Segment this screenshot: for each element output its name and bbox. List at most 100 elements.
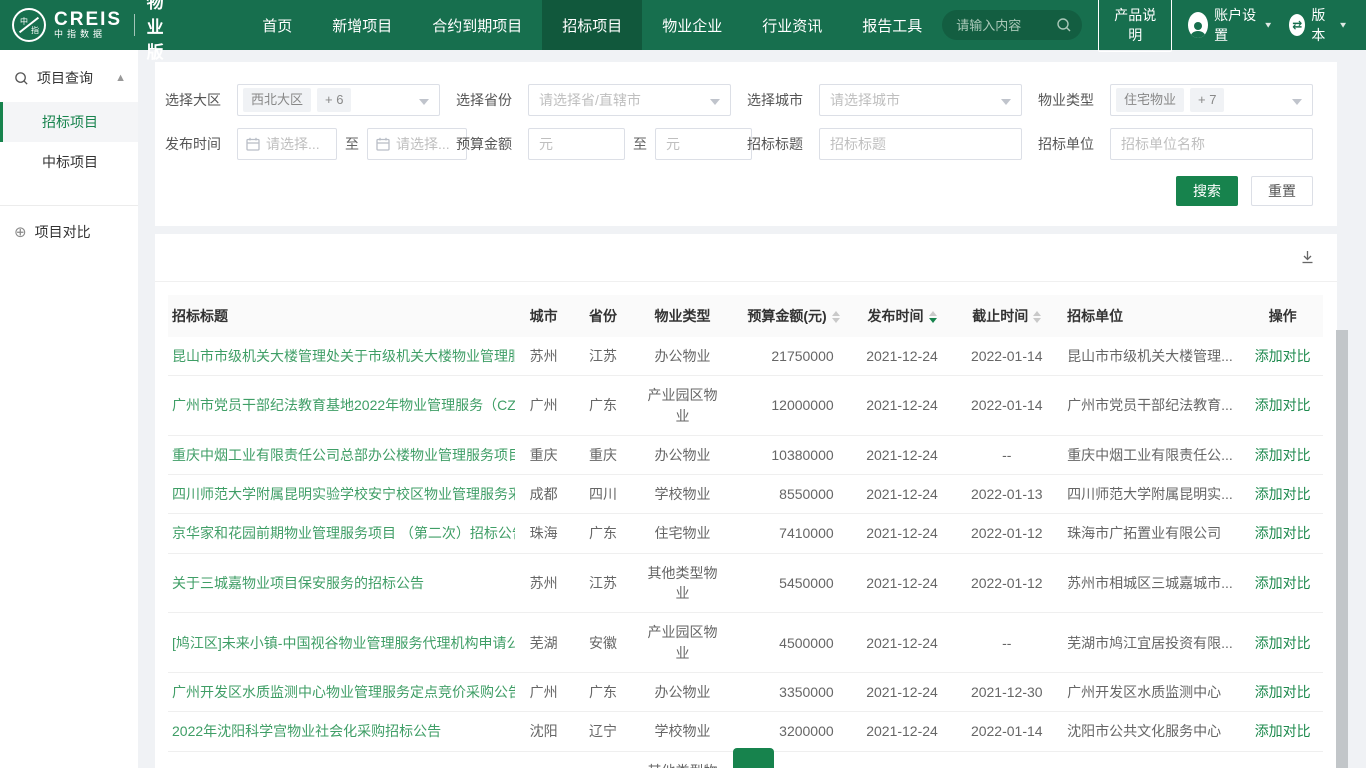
bid-title-link[interactable]: 重庆中烟工业有限责任公司总部办公楼物业管理服务项目... [172, 447, 515, 463]
bid-title-link[interactable]: 广州市党员干部纪法教育基地2022年物业管理服务（CZ... [172, 397, 515, 413]
sidebar-item-project-compare[interactable]: ⊕ 项目对比 [0, 206, 138, 258]
add-compare-link[interactable]: 添加对比 [1255, 635, 1311, 651]
sidebar-group-project-query[interactable]: 项目查询 ▲ [0, 50, 138, 102]
add-compare-link[interactable]: 添加对比 [1255, 447, 1311, 463]
cell-city: 珠海 [515, 514, 571, 553]
sidebar-item-bidding-projects[interactable]: 招标项目 [0, 102, 138, 142]
col-header-property-type: 物业类型 [634, 295, 731, 337]
region-selected-tag: 西北大区 [243, 88, 311, 112]
province-select[interactable]: 请选择省/直辖市 [528, 84, 731, 116]
version-menu[interactable]: ⇄ 版本 ▼ [1289, 5, 1348, 45]
nav-item-bidding-projects[interactable]: 招标项目 [542, 0, 642, 50]
bid-title-link[interactable]: 京华家和花园前期物业管理服务项目 （第二次）招标公告 [172, 525, 515, 541]
bid-title-link[interactable]: 昆山市市级机关大楼管理处关于市级机关大楼物业管理服... [172, 348, 515, 364]
vertical-scrollbar-thumb[interactable] [1336, 330, 1348, 768]
chevron-down-icon: ▼ [1263, 21, 1273, 30]
sort-carets-icon[interactable] [832, 311, 840, 323]
budget-range-to-label: 至 [633, 134, 647, 154]
city-select[interactable]: 请选择城市 [819, 84, 1022, 116]
province-filter-label: 选择省份 [456, 90, 516, 110]
arrow-up-icon [748, 754, 760, 768]
cell-bid-unit: 芜湖市鸠江宜居投资有限... [1059, 613, 1242, 673]
main-nav: 首页 新增项目 合约到期项目 招标项目 物业企业 行业资讯 报告工具 [242, 0, 942, 50]
account-settings-menu[interactable]: 账户设置 ▼ [1188, 5, 1273, 45]
cell-action: 添加对比 [1242, 337, 1323, 376]
sidebar-item-won-projects[interactable]: 中标项目 [0, 142, 138, 182]
brand-subtitle: 中指数据 [54, 30, 122, 39]
cell-property-type: 住宅物业 [634, 514, 731, 553]
bid-title-link[interactable]: 广州开发区水质监测中心物业管理服务定点竞价采购公告 [172, 684, 515, 700]
back-to-top-button[interactable] [733, 748, 774, 768]
cell-publish-date: 2021-12-24 [850, 435, 955, 474]
nav-item-report-tools[interactable]: 报告工具 [842, 0, 942, 50]
add-compare-link[interactable]: 添加对比 [1255, 575, 1311, 591]
cell-budget: 3350000 [731, 672, 850, 711]
nav-item-industry-news[interactable]: 行业资讯 [742, 0, 842, 50]
cell-bid-title: 关于三城嘉物业项目保安服务的招标公告 [168, 553, 515, 613]
cell-bid-unit: 苏州市相城区三城嘉城市... [1059, 553, 1242, 613]
bid-title-link[interactable]: 2022年沈阳科学宫物业社会化采购招标公告 [172, 723, 441, 739]
cell-publish-date: 2021-12-24 [850, 712, 955, 751]
chevron-down-icon: ▼ [1338, 21, 1348, 30]
add-compare-link[interactable]: 添加对比 [1255, 348, 1311, 364]
cell-province: 四川 [572, 475, 634, 514]
bid-title-input[interactable] [819, 128, 1022, 160]
nav-item-new-projects[interactable]: 新增项目 [312, 0, 412, 50]
add-compare-link[interactable]: 添加对比 [1255, 723, 1311, 739]
bid-title-link[interactable]: [鸠江区]未来小镇-中国视谷物业管理服务代理机构申请公... [172, 635, 515, 651]
search-button[interactable]: 搜索 [1176, 176, 1238, 206]
search-icon[interactable] [1056, 17, 1072, 33]
cell-action: 添加对比 [1242, 613, 1323, 673]
nav-item-expiring-contracts[interactable]: 合约到期项目 [412, 0, 542, 50]
cell-property-type: 办公物业 [634, 337, 731, 376]
add-compare-link[interactable]: 添加对比 [1255, 486, 1311, 502]
property-type-select[interactable]: 住宅物业 + 7 [1110, 84, 1313, 116]
region-select[interactable]: 西北大区 + 6 [237, 84, 440, 116]
cell-publish-date: 2021-12-24 [850, 553, 955, 613]
cell-bid-unit: 珠海市广拓置业有限公司 [1059, 514, 1242, 553]
col-header-publish-date-sort[interactable]: 发布时间 [850, 295, 955, 337]
publish-date-end-picker[interactable]: 请选择... [367, 128, 467, 160]
cell-action: 添加对比 [1242, 475, 1323, 514]
add-compare-link[interactable]: 添加对比 [1255, 684, 1311, 700]
cell-budget: 3200000 [731, 712, 850, 751]
download-icon[interactable] [1300, 250, 1315, 265]
sort-carets-icon[interactable] [929, 311, 937, 323]
cell-province: 广东 [572, 514, 634, 553]
brand-logo[interactable]: 中 指 CREIS 中指数据 物业版 [0, 0, 190, 50]
bid-title-link[interactable]: 关于三城嘉物业项目保安服务的招标公告 [172, 575, 424, 591]
nav-item-property-companies[interactable]: 物业企业 [642, 0, 742, 50]
cell-province: 广东 [572, 751, 634, 768]
cell-bid-title: 四川师范大学附属昆明实验学校安宁校区物业管理服务采... [168, 475, 515, 514]
reset-button[interactable]: 重置 [1251, 176, 1313, 206]
product-description-button[interactable]: 产品说明 [1098, 0, 1172, 52]
table-body: 昆山市市级机关大楼管理处关于市级机关大楼物业管理服... 苏州 江苏 办公物业 … [168, 337, 1323, 768]
budget-max-input[interactable] [655, 128, 752, 160]
cell-publish-date: 2021-12-24 [850, 613, 955, 673]
cell-city: 苏州 [515, 553, 571, 613]
caret-down-icon [419, 99, 429, 105]
table-header-row: 招标标题 城市 省份 物业类型 预算金额(元) 发布时间 截止时间 招标单位 操… [168, 295, 1323, 337]
sort-carets-icon[interactable] [1033, 311, 1041, 323]
col-header-budget-sort[interactable]: 预算金额(元) [731, 295, 850, 337]
cell-action: 添加对比 [1242, 435, 1323, 474]
cell-bid-title: 昆山市市级机关大楼管理处关于市级机关大楼物业管理服... [168, 337, 515, 376]
publish-date-start-picker[interactable]: 请选择... [237, 128, 337, 160]
add-compare-link[interactable]: 添加对比 [1255, 397, 1311, 413]
bid-title-link[interactable]: 四川师范大学附属昆明实验学校安宁校区物业管理服务采... [172, 486, 515, 502]
account-settings-label: 账户设置 [1214, 5, 1257, 45]
cell-city: 广州 [515, 751, 571, 768]
bid-unit-input[interactable] [1110, 128, 1313, 160]
city-placeholder: 请选择城市 [825, 90, 900, 110]
table-row: 2022年沈阳科学宫物业社会化采购招标公告 沈阳 辽宁 学校物业 3200000… [168, 712, 1323, 751]
add-compare-link[interactable]: 添加对比 [1255, 525, 1311, 541]
nav-item-home[interactable]: 首页 [242, 0, 312, 50]
budget-min-input[interactable] [528, 128, 625, 160]
col-header-city: 城市 [515, 295, 571, 337]
cell-publish-date: 2021-12-24 [850, 376, 955, 436]
global-search-input[interactable] [956, 18, 1056, 33]
region-filter-label: 选择大区 [165, 90, 225, 110]
col-header-deadline-sort[interactable]: 截止时间 [954, 295, 1059, 337]
caret-down-icon [1001, 99, 1011, 105]
property-type-filter-label: 物业类型 [1038, 90, 1098, 110]
